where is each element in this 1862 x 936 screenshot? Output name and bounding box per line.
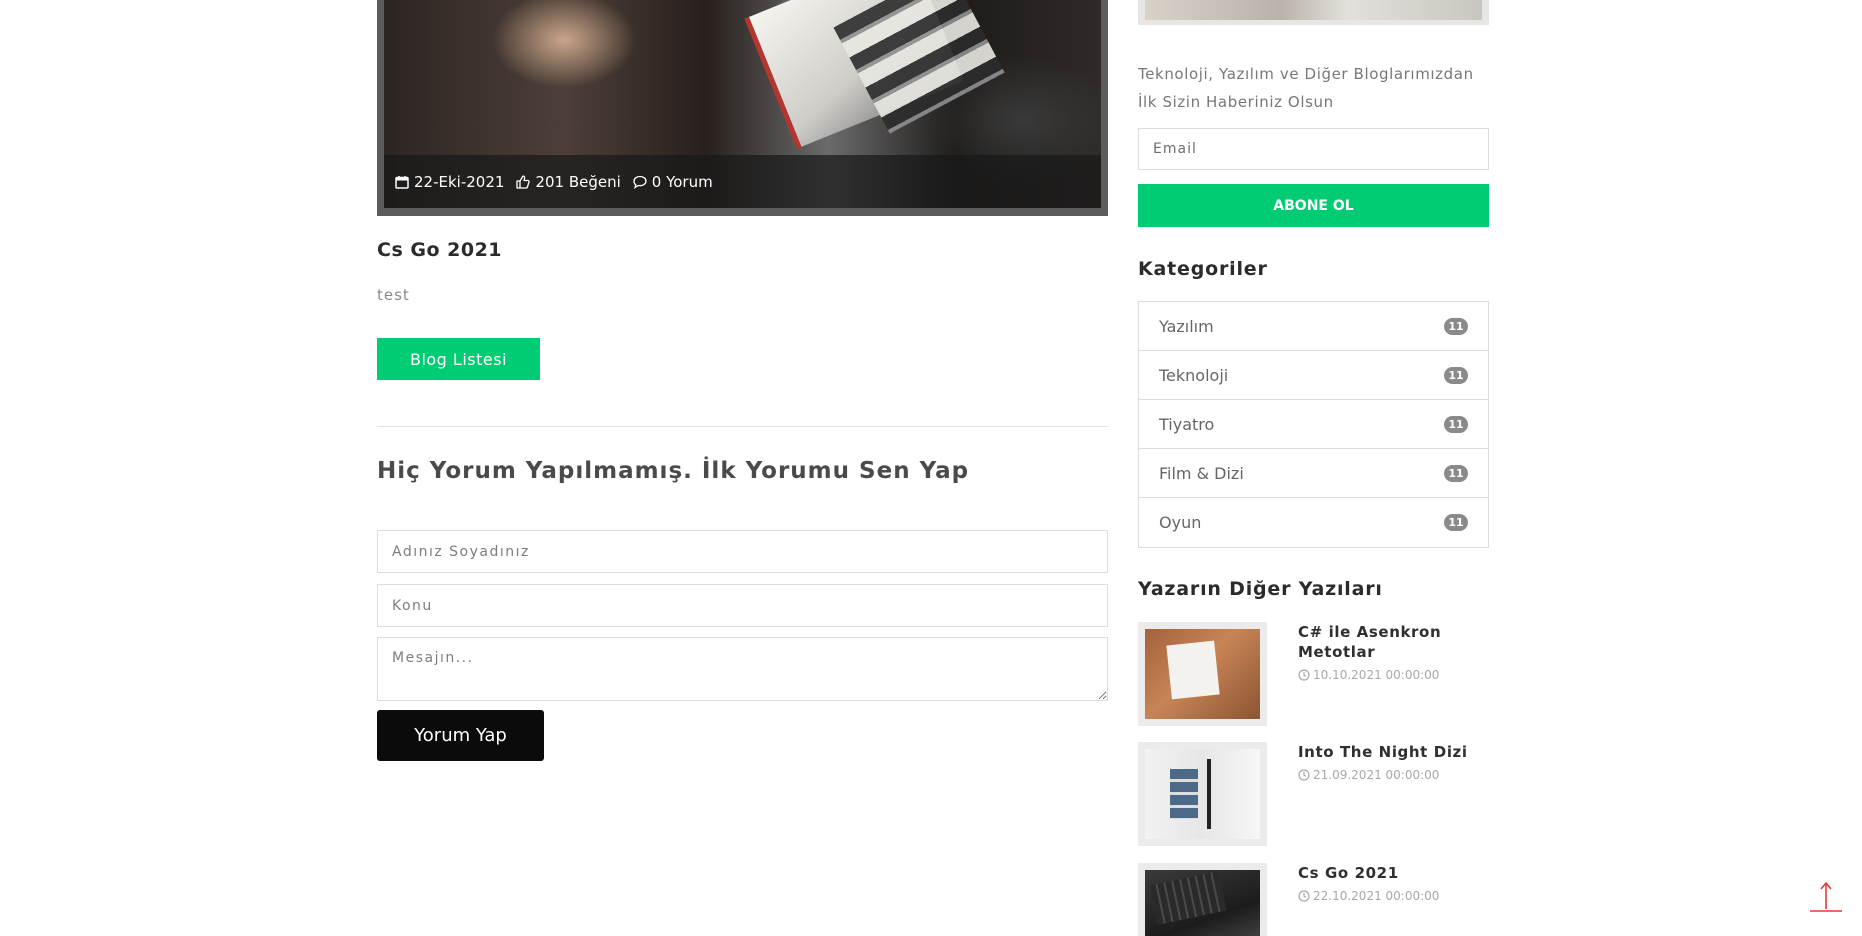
category-item-teknoloji[interactable]: Teknoloji 11: [1139, 351, 1488, 400]
other-post-title[interactable]: C# ile Asenkron Metotlar: [1298, 622, 1488, 662]
category-item-yazilim[interactable]: Yazılım 11: [1139, 302, 1488, 351]
category-count-badge: 11: [1444, 514, 1468, 531]
other-post-date: 21.09.2021 00:00:00: [1298, 768, 1439, 782]
post-photo: 22-Eki-2021 201 Beğeni 0 Yorum: [384, 0, 1101, 208]
other-post-thumbnail[interactable]: [1138, 622, 1267, 726]
category-count-badge: 11: [1444, 415, 1468, 433]
post-likes[interactable]: 201 Beğeni: [516, 173, 621, 191]
scroll-to-top-button[interactable]: [1808, 880, 1844, 914]
arrow-up-icon: [1810, 881, 1842, 912]
post-title: Cs Go 2021: [377, 239, 503, 261]
clock-icon: [1298, 769, 1310, 781]
other-post-title[interactable]: Cs Go 2021: [1298, 863, 1488, 883]
message-textarea[interactable]: [377, 637, 1108, 701]
thumbs-up-icon: [516, 174, 531, 189]
blog-list-button[interactable]: Blog Listesi: [377, 338, 540, 380]
section-divider: [377, 426, 1108, 427]
subscribe-button[interactable]: ABONE OL: [1138, 184, 1489, 227]
other-post-date: 10.10.2021 00:00:00: [1298, 668, 1439, 682]
category-label: Teknoloji: [1159, 365, 1229, 385]
newsletter-email-input[interactable]: [1138, 128, 1489, 170]
comments-heading: Hiç Yorum Yapılmamış. İlk Yorumu Sen Yap: [377, 458, 970, 484]
category-item-tiyatro[interactable]: Tiyatro 11: [1139, 400, 1488, 449]
newsletter-description: Teknoloji, Yazılım ve Diğer Bloglarımızd…: [1138, 65, 1474, 111]
category-label: Oyun: [1159, 513, 1202, 532]
comment-icon: [633, 175, 647, 189]
category-item-oyun[interactable]: Oyun 11: [1139, 498, 1488, 547]
category-label: Yazılım: [1159, 316, 1214, 336]
author-other-posts-heading: Yazarın Diğer Yazıları: [1138, 578, 1383, 600]
post-comment-count: 0 Yorum: [633, 173, 713, 191]
post-body-text: test: [377, 286, 410, 304]
category-label: Film & Dizi: [1159, 463, 1244, 483]
category-label: Tiyatro: [1159, 414, 1215, 434]
categories-heading: Kategoriler: [1138, 258, 1268, 280]
clock-icon: [1298, 669, 1310, 681]
other-post-date: 22.10.2021 00:00:00: [1298, 889, 1439, 903]
other-post-title[interactable]: Into The Night Dizi: [1298, 742, 1488, 762]
other-post-thumbnail[interactable]: [1138, 742, 1267, 846]
category-count-badge: 11: [1444, 464, 1468, 482]
submit-comment-button[interactable]: Yorum Yap: [377, 710, 544, 761]
post-hero-image: 22-Eki-2021 201 Beğeni 0 Yorum: [377, 0, 1108, 216]
clock-icon: [1298, 890, 1310, 902]
other-post-item[interactable]: C# ile Asenkron Metotlar 10.10.2021 00:0…: [1138, 622, 1489, 726]
post-meta-bar: 22-Eki-2021 201 Beğeni 0 Yorum: [384, 155, 1101, 208]
calendar-icon: [395, 175, 409, 189]
other-post-item[interactable]: Cs Go 2021 22.10.2021 00:00:00: [1138, 863, 1489, 936]
other-post-thumbnail[interactable]: [1138, 863, 1267, 936]
sidebar-top-image: [1138, 0, 1489, 25]
category-count-badge: 11: [1444, 317, 1468, 335]
category-item-film-dizi[interactable]: Film & Dizi 11: [1139, 449, 1488, 498]
post-date: 22-Eki-2021: [395, 173, 504, 191]
name-input[interactable]: [377, 530, 1108, 573]
subject-input[interactable]: [377, 584, 1108, 627]
category-list: Yazılım 11 Teknoloji 11 Tiyatro 11 Film …: [1138, 301, 1489, 548]
other-post-item[interactable]: Into The Night Dizi 21.09.2021 00:00:00: [1138, 742, 1489, 846]
category-count-badge: 11: [1444, 366, 1468, 384]
